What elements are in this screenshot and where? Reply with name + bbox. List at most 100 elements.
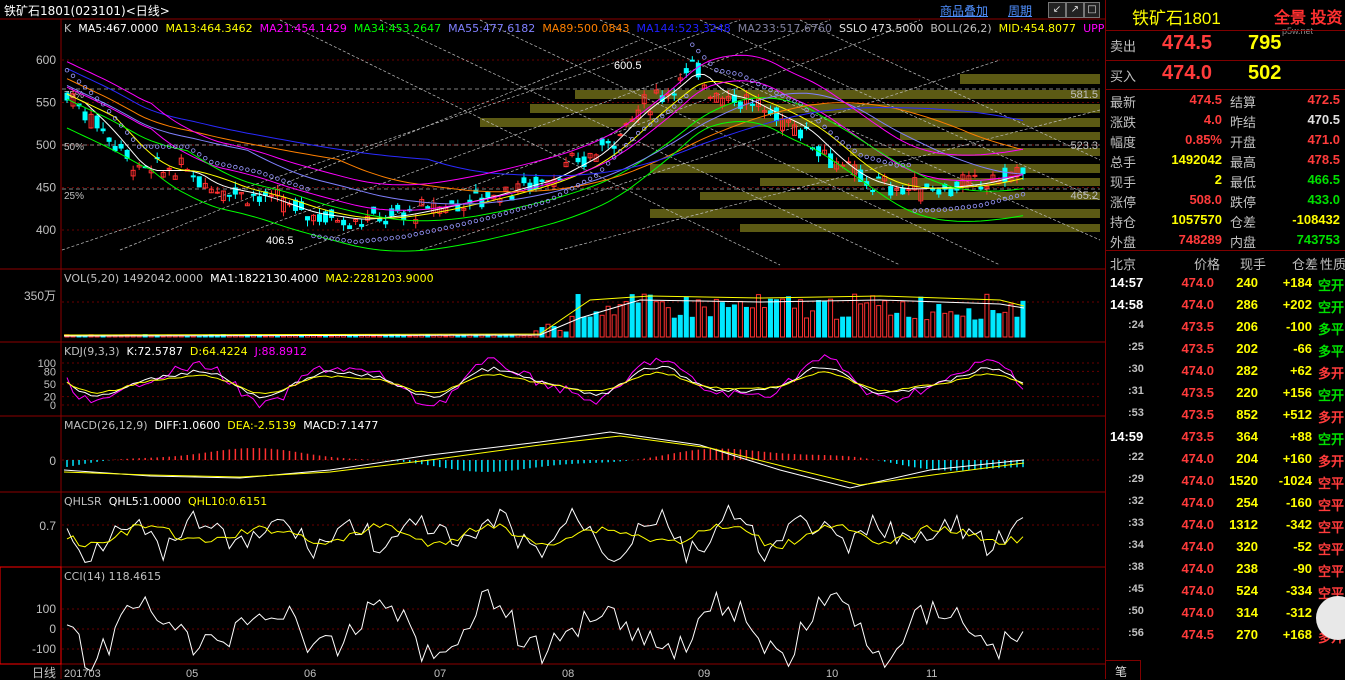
sar-dot xyxy=(70,73,76,79)
tape-row[interactable]: :34 474.0 320 -52 空平 xyxy=(1106,537,1345,557)
buy-row[interactable]: 买入 474.0 502 xyxy=(1106,60,1345,89)
volume-bar xyxy=(810,310,816,338)
sar-dot xyxy=(191,148,196,153)
tape-row[interactable]: :30 474.0 282 +62 多开 xyxy=(1106,361,1345,381)
tape-volume: 202 xyxy=(1236,341,1258,356)
tape-row[interactable]: :38 474.0 238 -90 空平 xyxy=(1106,559,1345,579)
stat-row: 总手 1492042 最高 478.5 xyxy=(1106,150,1345,170)
price-axis-label: 600 xyxy=(36,53,56,67)
vol-legend: VOL(5,20) 1492042.0000 MA1:1822130.4000 MA… xyxy=(64,272,441,285)
tape-row[interactable]: 14:59 473.5 364 +88 空开 xyxy=(1106,427,1345,447)
tape-price: 474.0 xyxy=(1181,605,1214,620)
tape-row[interactable]: :33 474.0 1312 -342 空平 xyxy=(1106,515,1345,535)
ma-legend-item: MA144:523.3248 xyxy=(636,22,731,35)
sar-dot xyxy=(203,155,208,161)
tape-row[interactable]: :31 473.5 220 +156 空开 xyxy=(1106,383,1345,403)
sar-dot xyxy=(371,237,376,243)
tape-time: :34 xyxy=(1128,539,1144,551)
volume-bar xyxy=(671,317,677,338)
buy-price: 474.0 xyxy=(1162,62,1213,84)
x-axis-label: 11 xyxy=(926,668,937,679)
volume-bar xyxy=(779,298,785,338)
tape-row[interactable]: 14:58 474.0 286 +202 空开 xyxy=(1106,295,1345,315)
tape-row[interactable]: :24 473.5 206 -100 多平 xyxy=(1106,317,1345,337)
qhlsr-legend-item: QHLSR xyxy=(64,495,102,508)
tape-row[interactable]: :56474.5270+168多开 xyxy=(1106,625,1345,645)
sar-dot xyxy=(593,173,599,178)
stats-table: 最新 474.5 结算 472.5 涨跌 4.0 昨结 470.5 幅度 0.85% 开盘 471.0… xyxy=(1106,89,1345,250)
sar-dot xyxy=(828,130,833,135)
chart-area[interactable]: 铁矿石1801(023101)<日线> 商品叠加 周期 ↙ ↗ □ 600 550… xyxy=(0,0,1119,679)
support-band xyxy=(900,132,1100,140)
candle-body xyxy=(749,103,755,106)
tape-row[interactable]: :32 474.0 254 -160 空平 xyxy=(1106,493,1345,513)
tape-row[interactable]: 14:57 474.0 240 +184 空开 xyxy=(1106,273,1345,293)
candle-body xyxy=(906,188,912,191)
sell-row[interactable]: 卖出 474.5 795 xyxy=(1106,30,1345,59)
x-axis-label: 09 xyxy=(698,668,710,679)
tape-row[interactable]: :45 474.0 524 -334 空平 xyxy=(1106,581,1345,601)
macd-legend-item: DEA:-2.5139 xyxy=(227,419,297,432)
x-axis-label: 08 xyxy=(562,668,574,679)
tape-time: :31 xyxy=(1128,385,1144,397)
stat-value: 433.0 xyxy=(1307,192,1340,207)
kdj-k-line xyxy=(66,365,1024,399)
volume-bar xyxy=(948,311,954,338)
sar-dot xyxy=(966,204,972,209)
tape-nature: 空开 xyxy=(1318,278,1345,293)
stat-value: 478.5 xyxy=(1307,152,1340,167)
tape-row[interactable]: :29 474.0 1520 -1024 空平 xyxy=(1106,471,1345,491)
volume-bar xyxy=(611,314,617,338)
pct-label: 25% xyxy=(64,191,84,202)
candle-body xyxy=(106,137,112,142)
volume-bar xyxy=(1002,311,1008,338)
tape-time: :53 xyxy=(1128,407,1144,419)
tape-header-cell: 北京 xyxy=(1110,257,1137,272)
x-axis-label: 10 xyxy=(826,668,838,679)
candle-body xyxy=(190,175,196,178)
volume-bar xyxy=(677,314,683,338)
volume-bar xyxy=(743,306,749,338)
tape-nature: 空平 xyxy=(1318,498,1345,513)
tape-row[interactable]: :50474.0314-312多平 xyxy=(1106,603,1345,623)
tape-volume: 286 xyxy=(1236,297,1258,312)
candle-body xyxy=(250,193,256,196)
sar-dot xyxy=(720,69,725,74)
volume-bar xyxy=(918,296,924,338)
stat-label: 涨停 xyxy=(1110,195,1137,210)
volume-bar xyxy=(659,301,665,338)
volume-bar xyxy=(924,319,930,338)
support-band xyxy=(960,74,1100,84)
volume-bar xyxy=(912,317,918,338)
volume-bar xyxy=(864,302,870,338)
vol-axis-label: 350万 xyxy=(24,289,56,303)
tape-oi-change: +202 xyxy=(1282,297,1312,312)
sar-dot xyxy=(293,182,298,188)
volume-bar xyxy=(617,304,623,338)
price-axis-label: 400 xyxy=(36,223,56,237)
volume-bar xyxy=(629,294,635,338)
sar-dot xyxy=(497,212,503,217)
tape-time: :32 xyxy=(1128,495,1144,507)
qhlsr-legend-item: QHL10:0.6151 xyxy=(187,495,268,508)
kdj-j-line xyxy=(66,354,1024,409)
cci-legend-item: CCI(14) 118.4615 xyxy=(64,570,162,583)
volume-bar xyxy=(725,307,731,338)
stat-label: 昨结 xyxy=(1230,115,1257,130)
qhl5-line xyxy=(66,504,1024,565)
volume-bar xyxy=(792,307,798,338)
tape-row[interactable]: :25 473.5 202 -66 多平 xyxy=(1106,339,1345,359)
tape-time: :45 xyxy=(1128,583,1144,595)
sar-dot xyxy=(605,161,611,166)
sar-dot xyxy=(479,217,485,222)
tape-tab[interactable]: 笔 xyxy=(1106,660,1141,680)
volume-bar xyxy=(888,314,894,338)
volume-bar xyxy=(329,335,335,338)
tape-row[interactable]: :22 474.0 204 +160 多开 xyxy=(1106,449,1345,469)
sar-dot xyxy=(455,222,461,228)
tape-row[interactable]: :53 473.5 852 +512 多开 xyxy=(1106,405,1345,425)
ma-legend-item: MA5:467.0000 xyxy=(78,22,159,35)
candle-body xyxy=(317,214,323,222)
tape-nature: 多开 xyxy=(1318,366,1345,381)
sar-dot xyxy=(834,135,839,141)
